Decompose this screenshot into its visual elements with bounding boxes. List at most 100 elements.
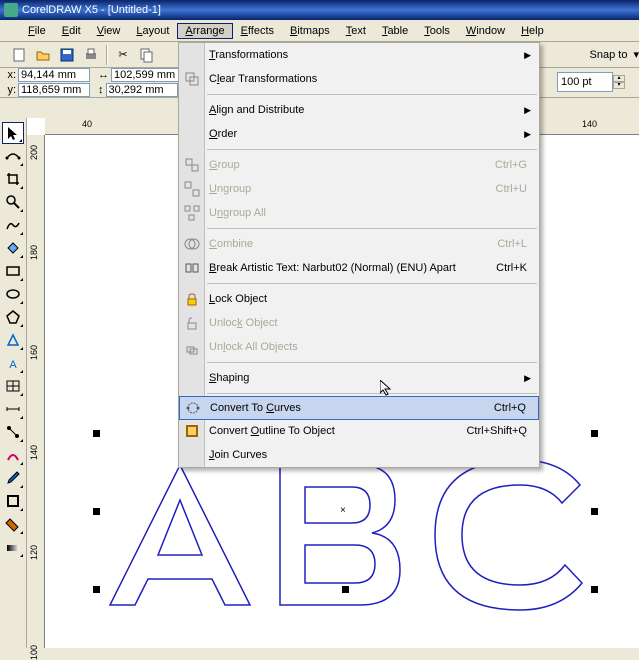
menuitem-align-and-distribute[interactable]: Align and Distribute▶ <box>179 98 539 122</box>
menu-edit[interactable]: Edit <box>54 23 89 39</box>
menu-view[interactable]: View <box>89 23 129 39</box>
tool-ellipse[interactable] <box>2 283 24 305</box>
tool-fill[interactable] <box>2 513 24 535</box>
tool-smartfill[interactable] <box>2 237 24 259</box>
blank-icon <box>183 46 201 64</box>
tool-shape[interactable] <box>2 145 24 167</box>
copy-button[interactable] <box>136 44 158 66</box>
menuitem-label: Lock Object <box>209 293 539 305</box>
arrange-menu-dropdown: Transformations▶ Clear Transformations Ali… <box>178 42 540 468</box>
menuitem-shortcut: Ctrl+Q <box>494 402 526 414</box>
unlock-icon <box>183 314 201 332</box>
clear-transform-icon <box>183 70 201 88</box>
menuitem-shortcut: Ctrl+G <box>495 159 527 171</box>
menubar: FileEditViewLayoutArrangeEffectsBitmapsT… <box>0 20 639 42</box>
menuitem-shaping[interactable]: Shaping▶ <box>179 366 539 390</box>
snapto-dropdown-arrow[interactable]: ▾ <box>633 48 639 61</box>
selection-center[interactable]: × <box>340 505 349 514</box>
selection-handle[interactable] <box>93 430 100 437</box>
tool-basicshapes[interactable] <box>2 329 24 351</box>
tool-text[interactable]: A <box>2 352 24 374</box>
menu-help[interactable]: Help <box>513 23 552 39</box>
menuitem-shortcut: Ctrl+L <box>497 238 527 250</box>
selection-handle[interactable] <box>93 508 100 515</box>
height-input[interactable] <box>106 83 178 97</box>
menuitem-label: Combine <box>209 238 497 250</box>
x-input[interactable] <box>18 68 90 82</box>
print-button[interactable] <box>80 44 102 66</box>
fontsize-down[interactable]: ▾ <box>613 82 625 89</box>
blank-icon <box>183 369 201 387</box>
app-icon <box>4 3 18 17</box>
tool-interactive-fill[interactable] <box>2 536 24 558</box>
snapto-label[interactable]: Snap to <box>586 47 632 63</box>
tool-crop[interactable] <box>2 168 24 190</box>
selection-handle[interactable] <box>93 586 100 593</box>
width-input[interactable] <box>111 68 183 82</box>
tool-eyedropper[interactable] <box>2 467 24 489</box>
tool-connector[interactable] <box>2 421 24 443</box>
selection-handle[interactable] <box>342 586 349 593</box>
fontsize-input[interactable]: 100 pt <box>557 72 613 92</box>
menuitem-label: Convert To Curves <box>210 402 494 414</box>
selection-handle[interactable] <box>591 586 598 593</box>
ungroup-icon <box>183 180 201 198</box>
menuitem-convert-to-curves[interactable]: Convert To CurvesCtrl+Q <box>179 396 539 420</box>
menu-window[interactable]: Window <box>458 23 513 39</box>
toolbox: A <box>0 118 27 648</box>
selection-handle[interactable] <box>591 508 598 515</box>
menuitem-join-curves[interactable]: Join Curves <box>179 443 539 467</box>
menu-tools[interactable]: Tools <box>416 23 458 39</box>
menuitem-lock-object[interactable]: Lock Object <box>179 287 539 311</box>
tool-rectangle[interactable] <box>2 260 24 282</box>
menuitem-shortcut: Ctrl+Shift+Q <box>466 425 527 437</box>
y-input[interactable] <box>18 83 90 97</box>
ruler-h-tick: 140 <box>582 119 597 129</box>
save-button[interactable] <box>56 44 78 66</box>
tool-freehand[interactable] <box>2 214 24 236</box>
menuitem-clear-transformations[interactable]: Clear Transformations <box>179 67 539 91</box>
menuitem-label: Ungroup <box>209 183 496 195</box>
menu-layout[interactable]: Layout <box>128 23 177 39</box>
menu-bitmaps[interactable]: Bitmaps <box>282 23 338 39</box>
menu-file[interactable]: File <box>20 23 54 39</box>
submenu-arrow-icon: ▶ <box>524 105 531 116</box>
tool-outline[interactable] <box>2 490 24 512</box>
menuitem-shortcut: Ctrl+K <box>496 262 527 274</box>
ruler-v-tick: 160 <box>29 345 39 360</box>
menu-effects[interactable]: Effects <box>233 23 282 39</box>
open-button[interactable] <box>32 44 54 66</box>
tool-zoom[interactable] <box>2 191 24 213</box>
menuitem-break-artistic-text-narbut-nor[interactable]: Break Artistic Text: Narbut02 (Normal) (… <box>179 256 539 280</box>
ruler-h-tick: 40 <box>82 119 92 129</box>
ruler-v-tick: 180 <box>29 245 39 260</box>
ruler-v-tick: 200 <box>29 145 39 160</box>
tool-pick[interactable] <box>2 122 24 144</box>
tool-polygon[interactable] <box>2 306 24 328</box>
tool-table[interactable] <box>2 375 24 397</box>
menu-table[interactable]: Table <box>374 23 416 39</box>
tool-dimension[interactable] <box>2 398 24 420</box>
blank-icon <box>183 446 201 464</box>
menuitem-order[interactable]: Order▶ <box>179 122 539 146</box>
ruler-vertical: 200180160140120100 <box>27 135 45 648</box>
menuitem-ungroup-all: Ungroup All <box>179 201 539 225</box>
menuitem-convert-outline-to-object[interactable]: Convert Outline To ObjectCtrl+Shift+Q <box>179 419 539 443</box>
artistic-text-abc[interactable] <box>100 455 620 615</box>
selection-handle[interactable] <box>591 430 598 437</box>
submenu-arrow-icon: ▶ <box>524 129 531 140</box>
width-icon: ↔ <box>98 69 109 81</box>
unlock-all-icon <box>183 338 201 356</box>
menu-arrange[interactable]: Arrange <box>177 23 232 39</box>
tool-interactive[interactable] <box>2 444 24 466</box>
new-button[interactable] <box>8 44 30 66</box>
menuitem-transformations[interactable]: Transformations▶ <box>179 43 539 67</box>
y-label: y: <box>4 84 16 96</box>
title-text: CorelDRAW X5 - [Untitled-1] <box>22 4 161 16</box>
fontsize-up[interactable]: ▴ <box>613 75 625 82</box>
menuitem-label: Shaping <box>209 372 524 384</box>
submenu-arrow-icon: ▶ <box>524 50 531 61</box>
cut-button[interactable]: ✂ <box>112 44 134 66</box>
menu-text[interactable]: Text <box>338 23 374 39</box>
menuitem-label: Clear Transformations <box>209 73 539 85</box>
